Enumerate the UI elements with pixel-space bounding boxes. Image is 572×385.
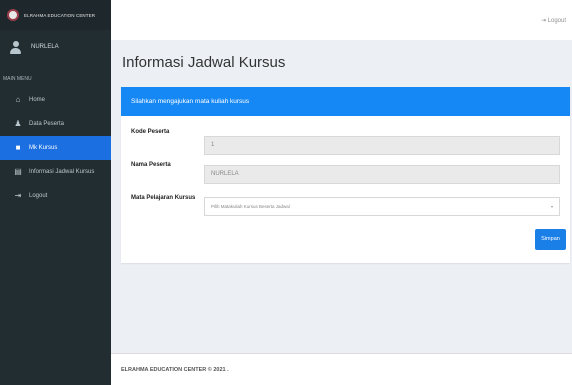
sidebar-item-home[interactable]: ⌂ Home xyxy=(0,88,111,112)
form-box: Silahkan mengajukan mata kuliah kursus K… xyxy=(121,87,570,263)
top-navbar: ⇥ Logout xyxy=(111,0,572,40)
mata-pelajaran-label: Mata Pelajaran Kursus xyxy=(131,195,196,201)
brand-logo-icon xyxy=(7,9,19,21)
kode-peserta-field[interactable]: 1 xyxy=(204,136,560,155)
user-avatar-icon xyxy=(10,40,21,54)
logout-link[interactable]: ⇥ Logout xyxy=(541,17,566,24)
sidebar-item-logout[interactable]: ⇥ Logout xyxy=(0,184,111,208)
mata-pelajaran-select[interactable]: Pilih Matakuliah Kursus Beserta Jadwal ▾ xyxy=(204,197,560,216)
page-title: Informasi Jadwal Kursus xyxy=(122,54,286,71)
sidebar-item-data-peserta[interactable]: ♟ Data Peserta xyxy=(0,112,111,136)
user-icon: ♟ xyxy=(14,119,22,128)
list-icon: ▤ xyxy=(14,167,22,176)
menu-header: MAIN MENU xyxy=(3,76,32,82)
logout-label: Logout xyxy=(547,18,566,24)
sidebar-item-informasi-jadwal[interactable]: ▤ Informasi Jadwal Kursus xyxy=(0,160,111,184)
footer: ELRAHMA EDUCATION CENTER © 2021 . xyxy=(111,353,572,385)
logout-icon: ⇥ xyxy=(540,18,546,24)
kode-peserta-row: Kode Peserta xyxy=(131,129,203,135)
mata-pelajaran-row: Mata Pelajaran Kursus xyxy=(131,195,203,201)
nama-peserta-label: Nama Peserta xyxy=(131,162,171,168)
sidebar-item-label: Informasi Jadwal Kursus xyxy=(29,169,95,175)
brand[interactable]: ELRAHMA EDUCATION CENTER xyxy=(0,0,111,30)
sidebar-item-label: Logout xyxy=(29,193,48,199)
simpan-button[interactable]: Simpan xyxy=(535,229,566,250)
chevron-down-icon: ▾ xyxy=(550,204,553,209)
sidebar-item-label: Data Peserta xyxy=(29,121,65,127)
form-header: Silahkan mengajukan mata kuliah kursus xyxy=(121,87,570,116)
sidebar-item-label: Home xyxy=(29,97,46,103)
kode-peserta-label: Kode Peserta xyxy=(131,129,170,135)
sidebar-item-label: Mk Kursus xyxy=(29,145,58,151)
sidebar-item-mk-kursus[interactable]: ■ Mk Kursus xyxy=(0,136,111,160)
nama-peserta-row: Nama Peserta xyxy=(131,162,203,168)
home-icon: ⌂ xyxy=(15,95,21,104)
user-panel: NURLELA xyxy=(0,30,111,64)
brand-name: ELRAHMA EDUCATION CENTER xyxy=(24,12,96,18)
footer-text: ELRAHMA EDUCATION CENTER © 2021 . xyxy=(121,367,229,373)
logout-icon: ⇥ xyxy=(14,191,22,200)
nama-peserta-field[interactable]: NURLELA xyxy=(204,165,560,184)
select-placeholder: Pilih Matakuliah Kursus Beserta Jadwal xyxy=(211,204,290,209)
book-icon: ■ xyxy=(15,143,21,152)
sidebar: ELRAHMA EDUCATION CENTER NURLELA MAIN ME… xyxy=(0,0,111,385)
user-name: NURLELA xyxy=(31,44,59,50)
